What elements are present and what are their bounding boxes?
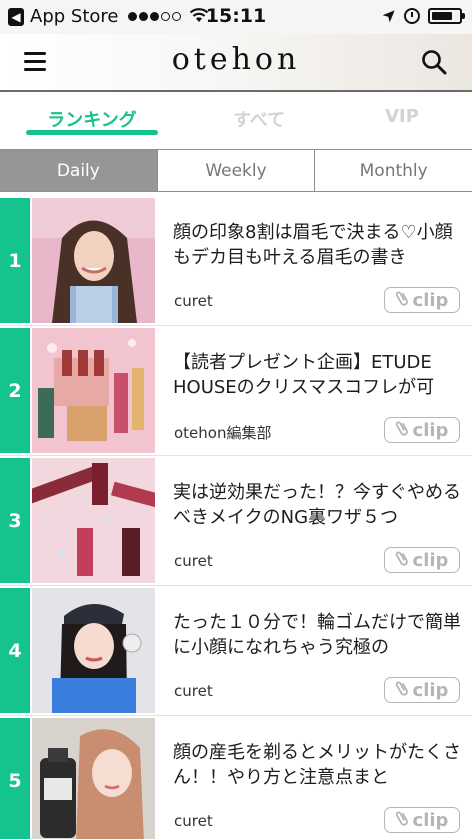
status-bar: ◀ App Store 15:11	[0, 0, 472, 34]
paperclip-icon	[391, 547, 414, 573]
back-to-app[interactable]: ◀ App Store	[8, 6, 209, 27]
article-title[interactable]: 実は逆効果だった！？今すぐやめるべきメイクのNG裏ワザ５つ	[173, 480, 463, 530]
clip-button[interactable]: clip	[384, 547, 460, 573]
article-thumbnail[interactable]	[32, 198, 155, 323]
article-thumbnail[interactable]	[32, 718, 155, 839]
article-source: curet	[174, 812, 213, 830]
wifi-icon	[189, 7, 209, 27]
article-title[interactable]: 顔の産毛を剃るとメリットがたくさん！！やり方と注意点まと	[173, 740, 463, 790]
battery-level-fill	[432, 12, 452, 20]
search-icon[interactable]	[420, 48, 448, 76]
clip-label: clip	[412, 549, 449, 571]
list-item[interactable]: 3 実は逆効果だった！？今すぐやめるべきメイクのNG裏ワザ５つ curet cl…	[0, 456, 472, 586]
back-arrow-icon[interactable]: ◀	[8, 7, 24, 26]
article-title[interactable]: 【読者プレゼント企画】ETUDE HOUSEのクリスマスコフレが可	[173, 350, 463, 400]
paperclip-icon	[391, 677, 414, 703]
article-source: otehon編集部	[174, 424, 272, 442]
clip-label: clip	[412, 419, 449, 441]
tab-vip[interactable]: VIP	[356, 106, 448, 127]
period-weekly[interactable]: Weekly	[157, 150, 316, 191]
category-tabs: ランキング すべて VIP	[0, 94, 472, 142]
period-selector: Daily Weekly Monthly	[0, 149, 472, 192]
signal-strength-icon	[128, 12, 182, 21]
clip-button[interactable]: clip	[384, 677, 460, 703]
list-item[interactable]: 5 顔の産毛を剃るとメリットがたくさん！！やり方と注意点まと curet cli…	[0, 716, 472, 839]
paperclip-icon	[391, 287, 414, 313]
rank-number: 4	[0, 588, 30, 713]
tab-all[interactable]: すべて	[200, 106, 318, 132]
article-title[interactable]: 顔の印象8割は眉毛で決まる♡小顔もデカ目も叶える眉毛の書き	[173, 220, 463, 270]
alarm-clock-icon	[404, 8, 420, 24]
app-logo: otehon	[171, 42, 301, 77]
clip-button[interactable]: clip	[384, 287, 460, 313]
article-thumbnail[interactable]	[32, 588, 155, 713]
rank-number: 2	[0, 328, 30, 453]
article-thumbnail[interactable]	[32, 328, 155, 453]
list-item[interactable]: 1 顔の印象8割は眉毛で決まる♡小顔もデカ目も叶える眉毛の書き curet cl…	[0, 196, 472, 326]
clip-label: clip	[412, 809, 449, 831]
period-daily[interactable]: Daily	[0, 150, 158, 191]
rank-number: 3	[0, 458, 30, 583]
location-arrow-icon	[378, 5, 401, 28]
article-title[interactable]: たった１０分で！輪ゴムだけで簡単に小顔になれちゃう究極の	[173, 610, 463, 660]
battery-icon	[428, 8, 465, 24]
article-source: curet	[174, 552, 213, 570]
list-item[interactable]: 4 たった１０分で！輪ゴムだけで簡単に小顔になれちゃう究極の curet cli…	[0, 586, 472, 716]
paperclip-icon	[391, 417, 414, 443]
rank-number: 5	[0, 718, 30, 839]
article-thumbnail[interactable]	[32, 458, 155, 583]
clip-label: clip	[412, 289, 449, 311]
article-source: curet	[174, 292, 213, 310]
active-tab-indicator	[26, 130, 158, 135]
back-app-label[interactable]: App Store	[30, 6, 118, 27]
ranking-list: 1 顔の印象8割は眉毛で決まる♡小顔もデカ目も叶える眉毛の書き curet cl…	[0, 196, 472, 839]
clip-button[interactable]: clip	[384, 807, 460, 833]
tab-ranking[interactable]: ランキング	[26, 106, 158, 132]
rank-number: 1	[0, 198, 30, 323]
app-header: otehon	[0, 34, 472, 92]
article-source: curet	[174, 682, 213, 700]
paperclip-icon	[391, 807, 414, 833]
period-monthly[interactable]: Monthly	[315, 150, 472, 191]
clip-button[interactable]: clip	[384, 417, 460, 443]
list-item[interactable]: 2 【読者プレゼント企画】ETUDE HOUSEのクリスマスコフレが可 oteh…	[0, 326, 472, 456]
clip-label: clip	[412, 679, 449, 701]
